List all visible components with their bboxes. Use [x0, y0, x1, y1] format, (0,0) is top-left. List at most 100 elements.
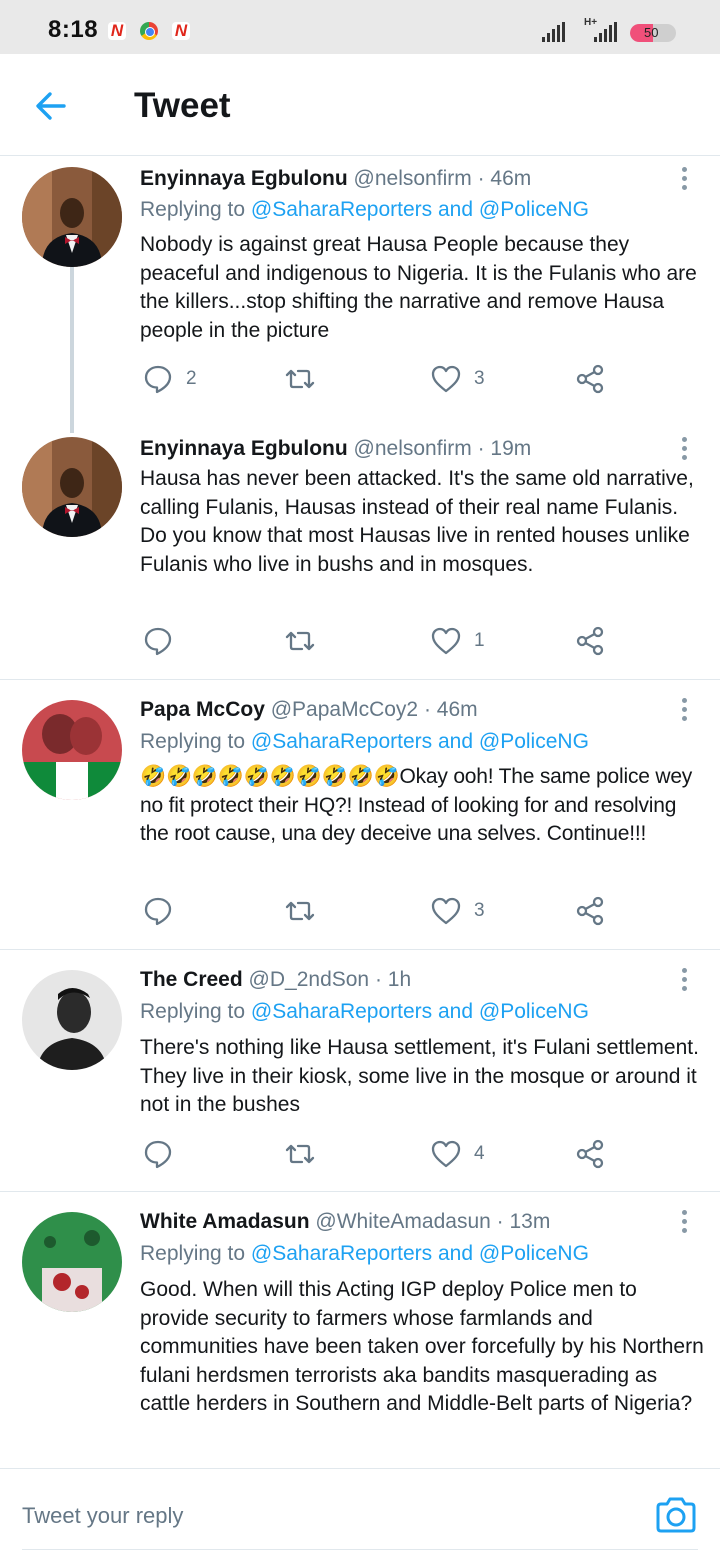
author-name[interactable]: White Amadasun	[140, 1210, 310, 1233]
retweet-button[interactable]	[284, 1138, 328, 1170]
signal-icon	[542, 22, 565, 42]
battery-indicator: 50	[630, 24, 676, 42]
camera-icon	[656, 1497, 696, 1533]
status-time: 8:18	[48, 16, 99, 43]
avatar[interactable]	[22, 700, 122, 800]
tweet-item[interactable]: Enyinnaya Egbulonu @nelsonfirm · 19m Hau…	[0, 427, 720, 680]
tweet-time: · 46m	[477, 167, 532, 190]
arrow-left-icon	[36, 92, 66, 120]
author-handle[interactable]: @PapaMcCoy2	[271, 698, 418, 721]
like-button[interactable]: 3	[430, 363, 485, 395]
like-count: 1	[474, 630, 485, 651]
mention-link[interactable]: @PoliceNG	[479, 1000, 589, 1023]
tweet-text: Hausa has never been attacked. It's the …	[140, 467, 694, 576]
avatar[interactable]	[22, 1212, 122, 1312]
reply-button[interactable]: 2	[142, 363, 197, 395]
reply-button[interactable]	[142, 625, 186, 657]
retweet-icon	[285, 369, 315, 389]
tweet-header: White Amadasun @WhiteAmadasun · 13m	[140, 1210, 550, 1234]
tweet-text: Good. When will this Acting IGP deploy P…	[140, 1278, 704, 1416]
replying-to: Replying to @SaharaReporters and @Police…	[140, 730, 589, 754]
tweet-header: The Creed @D_2ndSon · 1h	[140, 968, 411, 992]
heart-icon	[431, 897, 461, 925]
back-button[interactable]	[30, 84, 74, 128]
app-header: Tweet	[0, 54, 720, 156]
more-options-button[interactable]	[672, 966, 696, 996]
share-icon	[576, 626, 604, 656]
camera-button[interactable]	[654, 1495, 698, 1535]
share-icon	[576, 364, 604, 394]
share-button[interactable]	[574, 625, 606, 657]
reply-count: 2	[186, 368, 197, 389]
heart-icon	[431, 365, 461, 393]
more-options-button[interactable]	[672, 696, 696, 726]
tweet-item[interactable]: Papa McCoy @PapaMcCoy2 · 46m Replying to…	[0, 680, 720, 950]
avatar[interactable]	[22, 437, 122, 537]
replying-to-label: Replying to	[140, 1242, 246, 1265]
more-options-button[interactable]	[672, 1208, 696, 1238]
replying-to: Replying to @SaharaReporters and @Police…	[140, 198, 589, 222]
mention-link[interactable]: @PoliceNG	[479, 198, 589, 221]
tweet-actions: 4	[142, 1138, 622, 1174]
mention-link[interactable]: @SaharaReporters	[251, 730, 432, 753]
retweet-button[interactable]	[284, 895, 328, 927]
reply-button[interactable]	[142, 895, 186, 927]
reply-button[interactable]	[142, 1138, 186, 1170]
like-button[interactable]: 4	[430, 1138, 485, 1170]
reply-icon	[144, 627, 172, 656]
heart-icon	[431, 1140, 461, 1168]
author-name[interactable]: Enyinnaya Egbulonu	[140, 437, 348, 460]
like-count: 4	[474, 1143, 485, 1164]
author-name[interactable]: Papa McCoy	[140, 698, 265, 721]
tweet-time: · 46m	[423, 698, 478, 721]
tweet-actions: 1	[142, 625, 622, 661]
avatar[interactable]	[22, 167, 122, 267]
tweet-text: There's nothing like Hausa settlement, i…	[140, 1036, 699, 1117]
reply-icon	[144, 897, 172, 926]
avatar[interactable]	[22, 970, 122, 1070]
mention-link[interactable]: @PoliceNG	[479, 730, 589, 753]
tweet-item[interactable]: The Creed @D_2ndSon · 1h Replying to @Sa…	[0, 950, 720, 1192]
author-name[interactable]: Enyinnaya Egbulonu	[140, 167, 348, 190]
retweet-icon	[285, 1144, 315, 1164]
mention-link[interactable]: @SaharaReporters	[251, 1000, 432, 1023]
signal-icon	[594, 22, 617, 42]
more-options-button[interactable]	[672, 435, 696, 465]
like-button[interactable]: 3	[430, 895, 485, 927]
retweet-button[interactable]	[284, 363, 328, 395]
author-handle[interactable]: @nelsonfirm	[354, 437, 472, 460]
reply-underline	[22, 1549, 698, 1550]
tweet-item[interactable]: Enyinnaya Egbulonu @nelsonfirm · 46m Rep…	[0, 157, 720, 433]
tweet-item[interactable]: White Amadasun @WhiteAmadasun · 13m Repl…	[0, 1192, 720, 1468]
mention-link[interactable]: @PoliceNG	[479, 1242, 589, 1265]
tweet-time: · 13m	[496, 1210, 551, 1233]
mention-link[interactable]: @SaharaReporters	[251, 1242, 432, 1265]
author-handle[interactable]: @nelsonfirm	[354, 167, 472, 190]
mention-link[interactable]: @SaharaReporters	[251, 198, 432, 221]
share-button[interactable]	[574, 1138, 606, 1170]
more-options-button[interactable]	[672, 165, 696, 195]
like-button[interactable]: 1	[430, 625, 485, 657]
tweet-time: · 1h	[374, 968, 412, 991]
tweet-header: Enyinnaya Egbulonu @nelsonfirm · 46m	[140, 167, 531, 191]
reply-input[interactable]: Tweet your reply	[22, 1503, 183, 1529]
replying-to-conjunction: and	[438, 730, 474, 753]
retweet-icon	[285, 631, 315, 651]
tweet-header: Enyinnaya Egbulonu @nelsonfirm · 19m	[140, 437, 531, 461]
like-count: 3	[474, 900, 485, 921]
tweet-time: · 19m	[477, 437, 532, 460]
retweet-button[interactable]	[284, 625, 328, 657]
share-button[interactable]	[574, 895, 606, 927]
news-n-icon: N	[108, 22, 126, 40]
tweet-text: 🤣🤣🤣🤣🤣🤣🤣🤣🤣🤣Okay ooh! The same police wey …	[140, 765, 693, 846]
author-handle[interactable]: @D_2ndSon	[249, 968, 370, 991]
status-bar: 8:18 N N H+ 50	[0, 0, 720, 54]
author-name[interactable]: The Creed	[140, 968, 243, 991]
page-title: Tweet	[134, 86, 231, 125]
share-button[interactable]	[574, 363, 606, 395]
replying-to: Replying to @SaharaReporters and @Police…	[140, 1242, 589, 1266]
heart-icon	[431, 627, 461, 655]
replying-to-label: Replying to	[140, 1000, 246, 1023]
reply-icon	[144, 365, 172, 394]
author-handle[interactable]: @WhiteAmadasun	[315, 1210, 490, 1233]
